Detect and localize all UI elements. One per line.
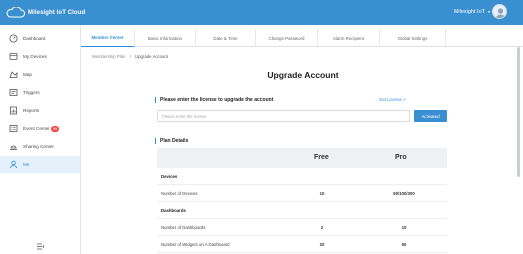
user-icon (8, 160, 18, 169)
sidebar-item-label: Map (23, 72, 32, 77)
sidebar-item-label: Triggers (23, 90, 40, 95)
pro-value: 50/100/300 (393, 191, 415, 196)
avatar-user-icon (495, 8, 506, 18)
tab-alarm-recipient[interactable]: Alarm Recipient (318, 29, 380, 47)
table-header: Free Pro (157, 148, 447, 168)
sidebar-item-label: Dashboard (23, 36, 46, 41)
free-value: 2 (320, 225, 324, 230)
sidebar-item-triggers[interactable]: Triggers (0, 84, 80, 101)
plan-details-heading: Plan Details (155, 138, 188, 144)
sidebar-item-event-center[interactable]: Event Center 99 (0, 120, 80, 137)
reports-icon (8, 106, 18, 115)
devices-icon (8, 52, 18, 61)
breadcrumb-current: Upgrade Account (135, 54, 169, 59)
license-section-heading: Please enter the license to upgrade the … (155, 97, 273, 103)
pro-value: 50 (401, 242, 407, 247)
row-label: Dashboards (161, 208, 186, 213)
sidebar-item-label: Sharing Center (23, 144, 54, 149)
sidebar-item-my-devices[interactable]: My Devices (0, 48, 80, 65)
collapse-menu-icon[interactable] (36, 242, 45, 251)
activate-button[interactable]: Activated (414, 110, 447, 122)
table-row: Number of Widgets on A Dashboard 20 50 (157, 236, 447, 253)
content-scrollbar[interactable] (517, 47, 520, 177)
tab-member-center[interactable]: Member Center (81, 29, 135, 47)
tab-change-password[interactable]: Change Password (256, 29, 318, 47)
sidebar-item-me[interactable]: Me (0, 156, 80, 173)
table-row: Devices (157, 168, 447, 185)
sidebar-item-label: Reports (23, 108, 40, 113)
table-row: Number of Devices 10 50/100/300 (157, 185, 447, 202)
tab-global-settings[interactable]: Global Settings (380, 29, 446, 47)
map-icon (8, 70, 18, 79)
event-center-icon (8, 124, 18, 133)
tab-date-time[interactable]: Date & Time (196, 29, 256, 47)
free-value: 10 (319, 191, 325, 196)
column-header-free: Free (314, 154, 329, 161)
top-bar: Milesight IoT Cloud Milesight IoT ▾ (0, 0, 523, 25)
user-name[interactable]: Milesight IoT (454, 9, 485, 15)
row-label: Devices (161, 174, 178, 179)
settings-tabs: Member Center Basic Information Date & T… (81, 29, 523, 47)
row-label: Number of Dashboards (161, 225, 206, 230)
breadcrumb: Membership Plan / Upgrade Account (92, 54, 168, 59)
sidebar-item-label: My Devices (23, 54, 47, 59)
breadcrumb-parent[interactable]: Membership Plan (92, 54, 125, 59)
breadcrumb-separator: / (129, 54, 131, 59)
column-header-pro: Pro (395, 154, 407, 161)
triggers-icon (8, 88, 18, 97)
app-title: Milesight IoT Cloud (28, 9, 86, 16)
sidebar-item-label: Event Center (23, 126, 50, 131)
chevron-down-icon[interactable]: ▾ (488, 9, 490, 14)
sidebar-item-label: Me (23, 162, 30, 167)
license-input[interactable]: Please enter the license (157, 110, 410, 122)
avatar[interactable] (492, 4, 507, 19)
sharing-icon (8, 142, 18, 151)
dashboard-icon (8, 34, 18, 43)
page-title: Upgrade Account (267, 70, 339, 80)
free-value: 20 (319, 242, 325, 247)
row-label: Number of Devices (161, 191, 198, 196)
event-count-badge: 99 (50, 125, 60, 132)
row-label: Number of Widgets on A Dashboard (161, 242, 230, 247)
plan-comparison-table: Free Pro Devices Number of Devices 10 50… (157, 148, 447, 253)
sidebar: Dashboard My Devices Map Triggers Report… (0, 25, 81, 254)
sidebar-item-map[interactable]: Map (0, 66, 80, 83)
table-row: Number of Dashboards 2 10 (157, 219, 447, 236)
sidebar-item-reports[interactable]: Reports (0, 102, 80, 119)
table-row: Dashboards (157, 202, 447, 219)
tab-basic-information[interactable]: Basic Information (135, 29, 196, 47)
sidebar-item-dashboard[interactable]: Dashboard (0, 30, 80, 47)
pro-value: 10 (401, 225, 407, 230)
get-license-link[interactable]: Get License > (379, 97, 406, 102)
cloud-logo-icon (6, 7, 25, 18)
sidebar-item-sharing-center[interactable]: Sharing Center (0, 138, 80, 155)
app-logo[interactable]: Milesight IoT Cloud (6, 6, 85, 19)
